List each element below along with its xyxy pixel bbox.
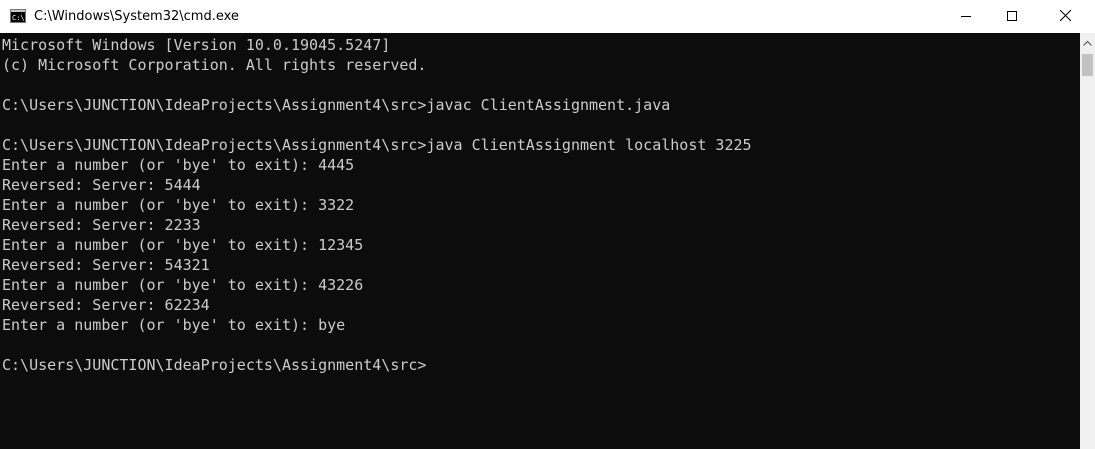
minimize-icon (961, 8, 971, 26)
console-line: Enter a number (or 'bye' to exit): bye (2, 316, 346, 334)
console-output[interactable]: Microsoft Windows [Version 10.0.19045.52… (0, 33, 1080, 449)
console-line: C:\Users\JUNCTION\IdeaProjects\Assignmen… (2, 96, 671, 114)
console-line: Reversed: Server: 62234 (2, 296, 210, 314)
cmd-window: C:\ C:\Windows\System32\cmd.exe Microsof… (0, 0, 1095, 449)
console-line: Reversed: Server: 54321 (2, 256, 210, 274)
vertical-scrollbar[interactable] (1080, 33, 1095, 449)
maximize-button[interactable] (989, 0, 1035, 33)
console-line: Reversed: Server: 2233 (2, 216, 201, 234)
cmd-app-icon[interactable]: C:\ (10, 9, 26, 23)
console-line: Enter a number (or 'bye' to exit): 43226 (2, 276, 364, 294)
close-button[interactable] (1035, 0, 1095, 33)
window-title: C:\Windows\System32\cmd.exe (34, 9, 239, 24)
svg-text:C:\: C:\ (12, 14, 25, 22)
title-bar[interactable]: C:\ C:\Windows\System32\cmd.exe (0, 0, 1095, 33)
scroll-up-button[interactable] (1080, 33, 1095, 50)
console-line: Enter a number (or 'bye' to exit): 4445 (2, 156, 355, 174)
console-line: (c) Microsoft Corporation. All rights re… (2, 56, 427, 74)
console-line: Microsoft Windows [Version 10.0.19045.52… (2, 36, 391, 54)
console-line: Enter a number (or 'bye' to exit): 3322 (2, 196, 355, 214)
console-line: Enter a number (or 'bye' to exit): 12345 (2, 236, 364, 254)
console-line: Reversed: Server: 5444 (2, 176, 201, 194)
close-icon (1059, 8, 1071, 26)
scroll-thumb[interactable] (1082, 54, 1093, 76)
minimize-button[interactable] (943, 0, 989, 33)
maximize-icon (1007, 8, 1017, 26)
scroll-up-arrow-icon (1083, 33, 1092, 51)
console-line: C:\Users\JUNCTION\IdeaProjects\Assignmen… (2, 136, 752, 154)
console-prompt-line: C:\Users\JUNCTION\IdeaProjects\Assignmen… (2, 356, 427, 374)
